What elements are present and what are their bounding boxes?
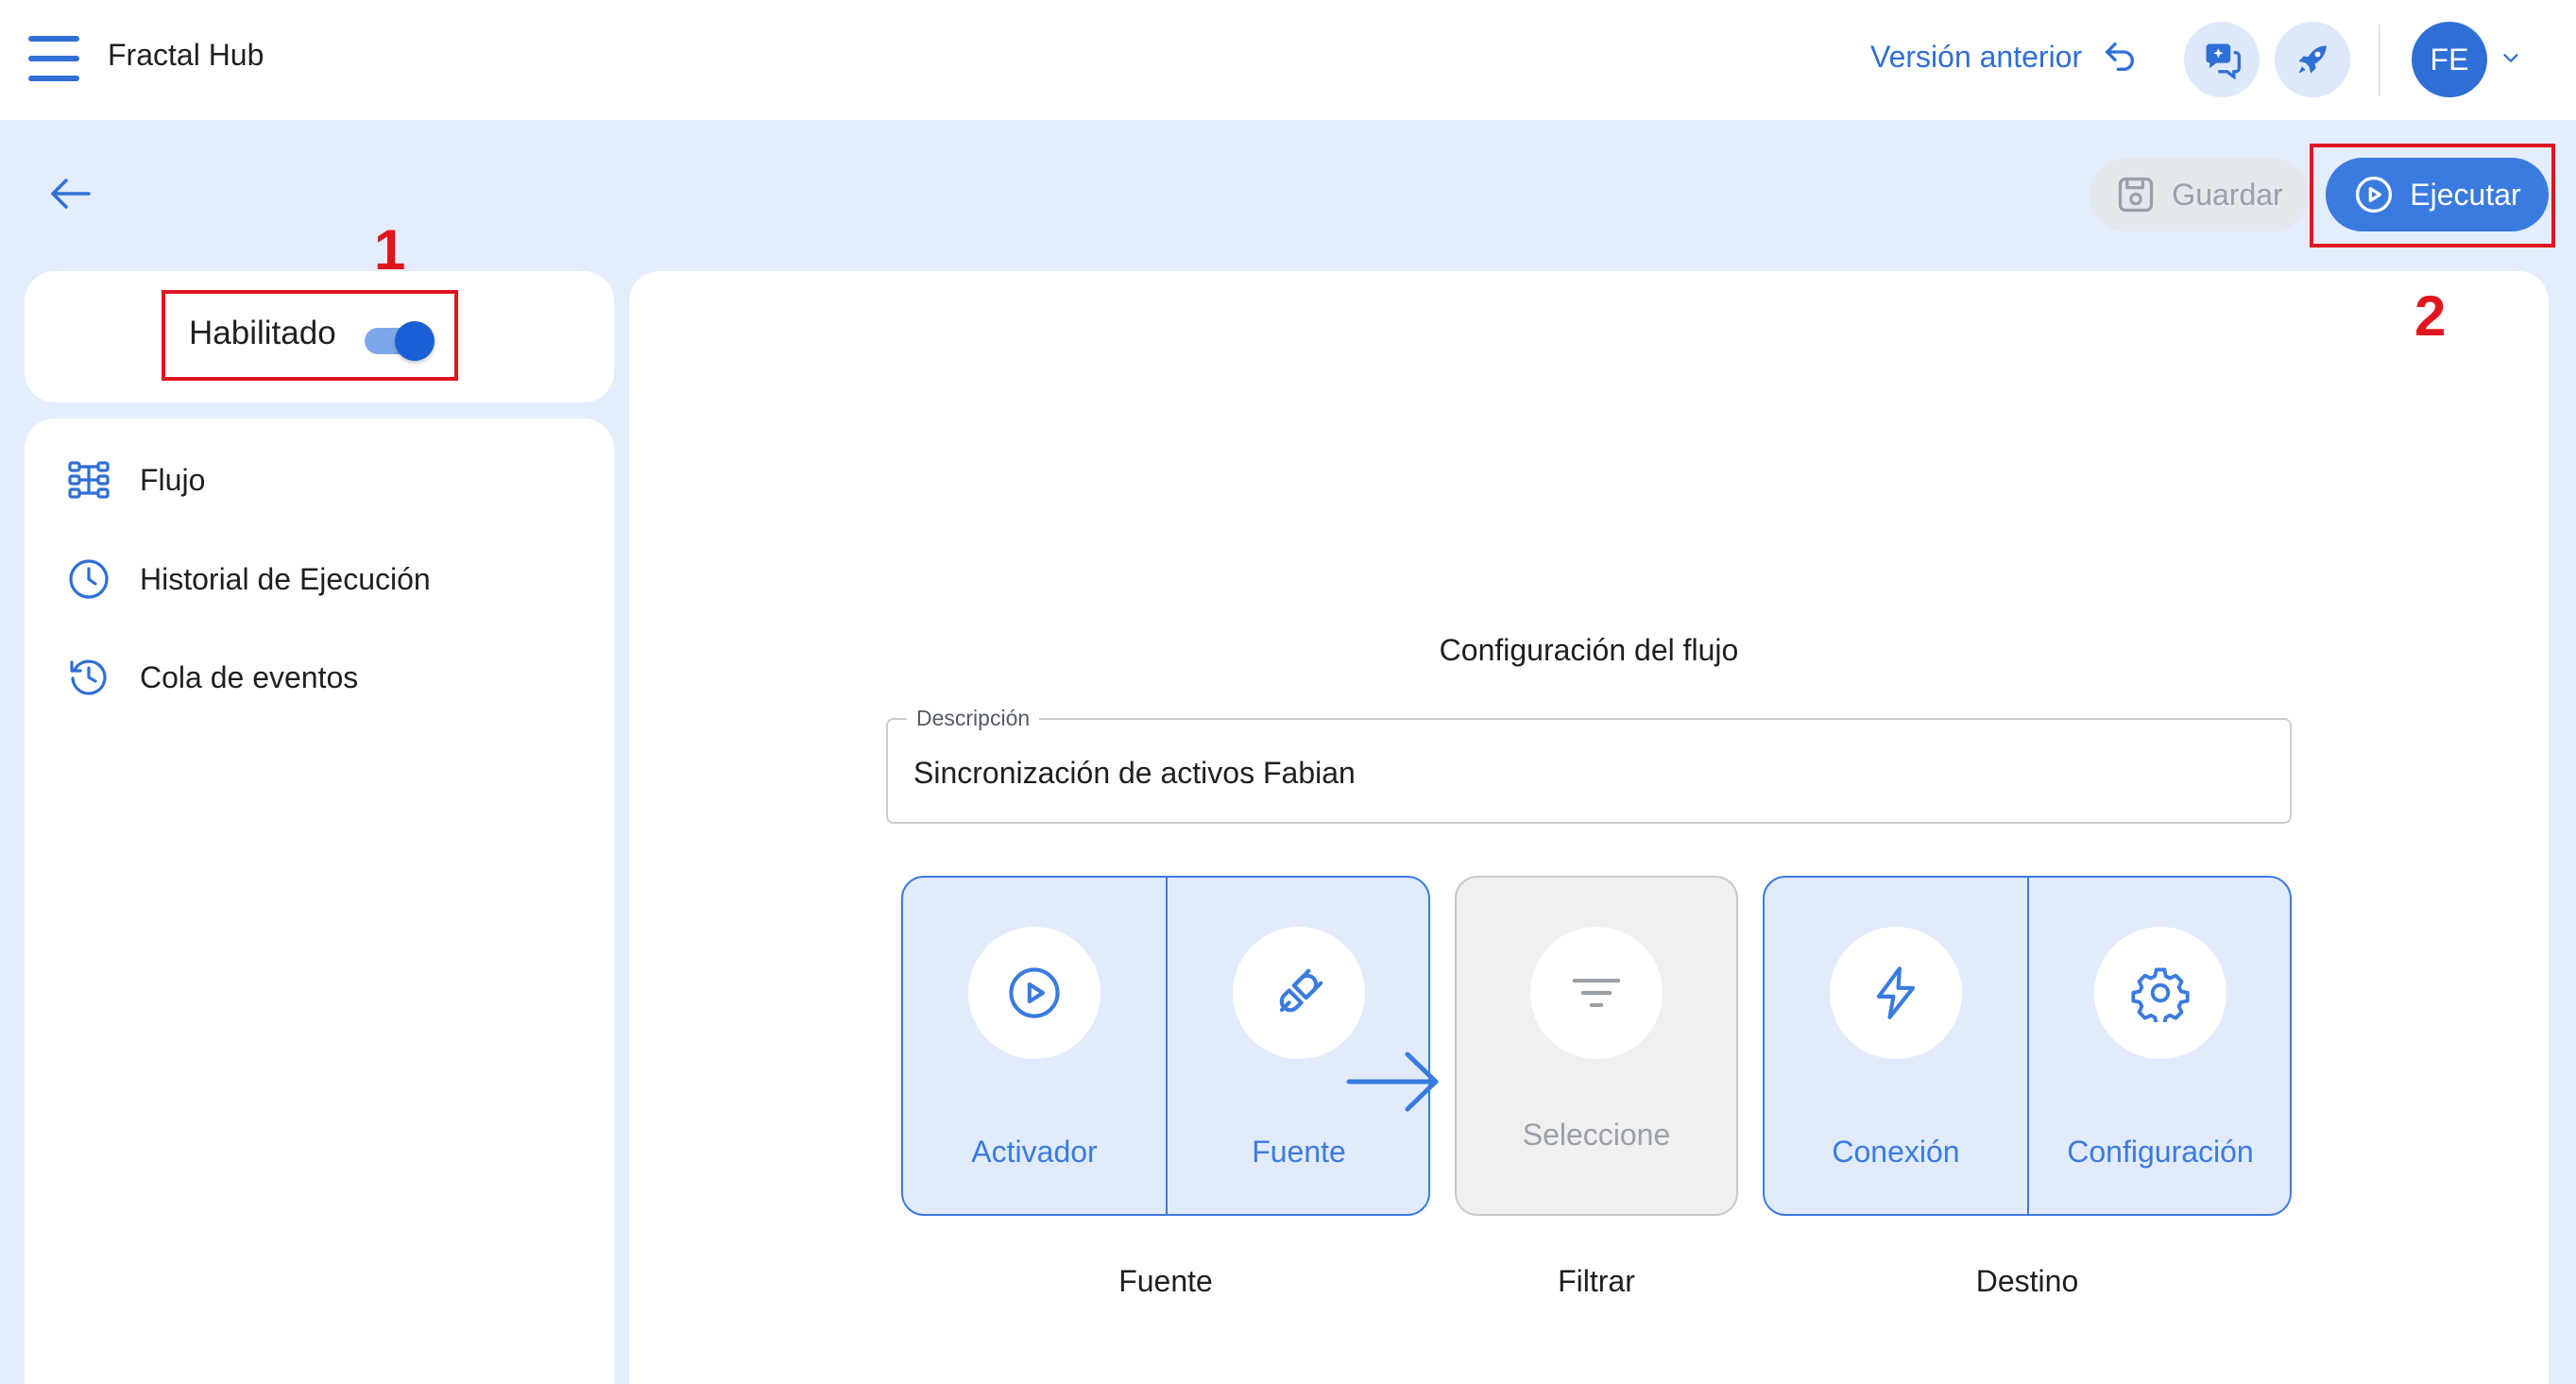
filter-step[interactable]: Seleccione <box>1457 878 1736 1214</box>
annotation-number-1: 1 <box>374 218 406 282</box>
flow-icon <box>68 461 110 499</box>
step-label: Activador <box>971 1135 1098 1169</box>
flow-canvas-card <box>629 271 2549 1384</box>
launch-button[interactable] <box>2275 22 2350 97</box>
step-label: Seleccione <box>1522 1118 1671 1152</box>
source-icon-circle <box>1233 927 1365 1059</box>
bolt-icon <box>1876 966 1916 1019</box>
chevron-down-icon[interactable] <box>2500 47 2521 68</box>
save-button[interactable]: Guardar <box>2090 158 2309 231</box>
filter-icon <box>1572 979 1621 1007</box>
previous-version-label: Versión anterior <box>1870 39 2083 74</box>
avatar[interactable]: FE <box>2412 22 2487 97</box>
sidebar-item-historial[interactable]: Historial de Ejecución <box>66 556 431 602</box>
sidebar-item-label: Flujo <box>140 462 206 497</box>
configuration-icon-circle <box>2094 927 2226 1059</box>
description-value: Sincronización de activos Fabian <box>913 756 1356 790</box>
menu-icon[interactable] <box>28 36 79 81</box>
trigger-icon-circle <box>968 927 1100 1059</box>
chat-assistant-button[interactable] <box>2184 22 2260 97</box>
destination-group: Conexión Configuración <box>1763 876 2292 1216</box>
connection-icon-circle <box>1830 927 1962 1059</box>
section-title: Configuración del flujo <box>1439 633 1739 667</box>
source-step[interactable]: Fuente <box>1166 878 1428 1214</box>
app-title: Fractal Hub <box>108 38 264 72</box>
plug-icon <box>1279 968 1323 1013</box>
step-label: Configuración <box>2067 1135 2254 1169</box>
arrow-right-icon <box>1346 1051 1439 1112</box>
filter-group: Seleccione <box>1455 876 1738 1216</box>
step-label: Fuente <box>1252 1135 1346 1169</box>
description-field[interactable]: Descripción Sincronización de activos Fa… <box>886 706 2292 824</box>
description-legend: Descripción <box>907 706 1040 731</box>
gear-icon <box>2131 967 2190 1022</box>
step-label: Conexión <box>1832 1135 1960 1169</box>
history-icon <box>70 659 107 695</box>
play-circle-icon <box>1009 967 1060 1018</box>
floppy-disk-icon <box>2119 177 2154 213</box>
undo-icon <box>2106 43 2135 72</box>
sidebar-item-cola[interactable]: Cola de eventos <box>66 655 358 700</box>
connection-step[interactable]: Conexión <box>1765 878 2027 1214</box>
annotation-box-toggle <box>162 290 458 381</box>
save-button-label: Guardar <box>2172 177 2283 212</box>
chat-sparkle-icon <box>2206 43 2241 80</box>
trigger-step[interactable]: Activador <box>903 878 1166 1214</box>
filter-icon-circle <box>1530 927 1663 1059</box>
source-caption: Fuente <box>1118 1264 1213 1298</box>
annotation-box-run <box>2310 144 2555 248</box>
sidebar-item-label: Cola de eventos <box>140 659 359 694</box>
header-divider <box>2379 25 2380 96</box>
clock-icon <box>69 559 109 599</box>
sidebar-item-flujo[interactable]: Flujo <box>66 457 205 503</box>
back-arrow-icon[interactable] <box>47 175 93 213</box>
sidebar-item-label: Historial de Ejecución <box>140 561 431 596</box>
filter-caption: Filtrar <box>1558 1264 1635 1298</box>
configuration-step[interactable]: Configuración <box>2027 878 2290 1214</box>
annotation-number-2: 2 <box>2414 284 2447 348</box>
destination-caption: Destino <box>1975 1264 2079 1298</box>
source-group: Activador Fuente <box>901 876 1430 1216</box>
rocket-icon <box>2298 45 2327 74</box>
top-bar: Fractal Hub Versión anterior FE <box>0 0 2576 120</box>
previous-version-link[interactable]: Versión anterior <box>1870 38 2139 76</box>
